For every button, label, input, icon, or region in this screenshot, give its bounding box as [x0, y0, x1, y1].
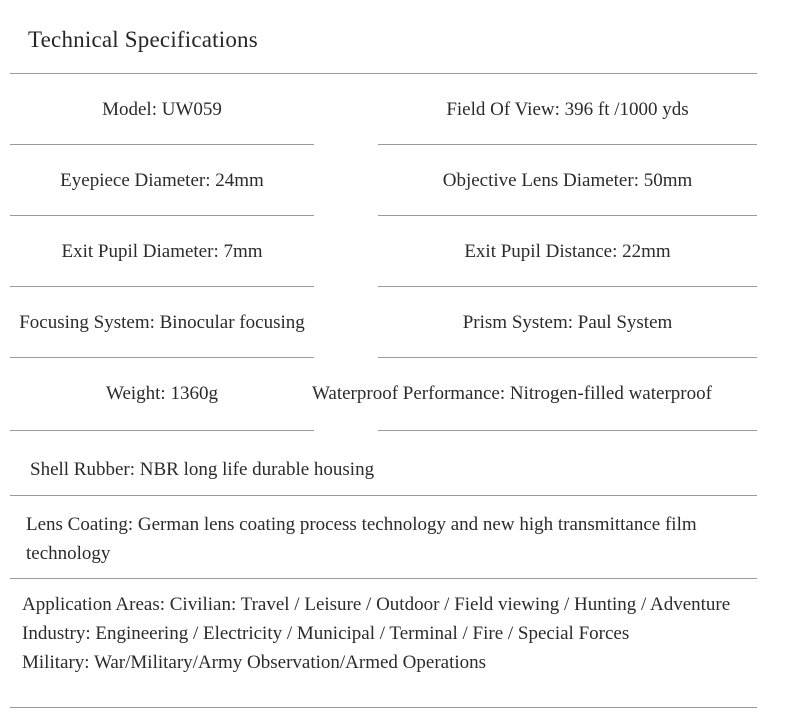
spec-cell-left: Model: UW059 [10, 74, 314, 145]
spec-row-lens-coating: Lens Coating: German lens coating proces… [0, 496, 790, 578]
spec-value-shell-rubber: Shell Rubber: NBR long life durable hous… [30, 459, 375, 480]
spec-value-model: Model: UW059 [102, 98, 222, 120]
spec-value-weight: Weight: 1360g [106, 382, 218, 404]
page-title: Technical Specifications [28, 27, 258, 52]
application-area-line: Military: War/Military/Army Observation/… [22, 652, 487, 673]
spec-row: Exit Pupil Diameter: 7mm Exit Pupil Dist… [0, 216, 790, 287]
spec-row: Focusing System: Binocular focusing Pris… [0, 287, 790, 358]
divider-bottom [10, 707, 757, 708]
divider-row5-right [378, 430, 757, 431]
spec-cell-right: Field Of View: 396 ft /1000 yds [378, 74, 757, 145]
spec-cell-right: Prism System: Paul System [378, 287, 757, 358]
application-area-line: Application Areas: Civilian: Travel / Le… [22, 594, 731, 615]
spec-row-application-areas: Application Areas: Civilian: Travel / Le… [0, 579, 790, 707]
title-block: Technical Specifications [0, 0, 790, 73]
spec-value-focusing-system: Focusing System: Binocular focusing [19, 311, 305, 333]
spec-value-waterproof-performance: Waterproof Performance: Nitrogen-filled … [312, 382, 712, 404]
spec-cell-left: Exit Pupil Diameter: 7mm [10, 216, 314, 287]
spec-value-lens-coating: Lens Coating: German lens coating proces… [26, 514, 697, 564]
spec-cell-right: Waterproof Performance: Nitrogen-filled … [300, 358, 790, 429]
application-area-line: Industry: Engineering / Electricity / Mu… [22, 623, 630, 644]
spec-cell-left: Weight: 1360g [10, 358, 314, 429]
spec-value-exit-pupil-diameter: Exit Pupil Diameter: 7mm [61, 240, 263, 262]
spec-row: Model: UW059 Field Of View: 396 ft /1000… [0, 74, 790, 145]
spec-value-objective-lens-diameter: Objective Lens Diameter: 50mm [442, 169, 693, 191]
divider-row5-left [10, 430, 314, 431]
spec-cell-left: Eyepiece Diameter: 24mm [10, 145, 314, 216]
spec-row-shell-rubber: Shell Rubber: NBR long life durable hous… [0, 444, 790, 495]
spec-value-exit-pupil-distance: Exit Pupil Distance: 22mm [464, 240, 671, 262]
technical-specifications-sheet: Technical Specifications Model: UW059 Fi… [0, 0, 790, 715]
spec-value-eyepiece-diameter: Eyepiece Diameter: 24mm [60, 169, 264, 191]
spec-cell-right: Objective Lens Diameter: 50mm [378, 145, 757, 216]
spec-value-field-of-view: Field Of View: 396 ft /1000 yds [446, 98, 689, 120]
spec-cell-left: Focusing System: Binocular focusing [10, 287, 314, 358]
spec-row: Weight: 1360g Waterproof Performance: Ni… [0, 358, 790, 429]
spec-value-prism-system: Prism System: Paul System [462, 311, 673, 333]
spec-cell-right: Exit Pupil Distance: 22mm [378, 216, 757, 287]
spec-row: Eyepiece Diameter: 24mm Objective Lens D… [0, 145, 790, 216]
